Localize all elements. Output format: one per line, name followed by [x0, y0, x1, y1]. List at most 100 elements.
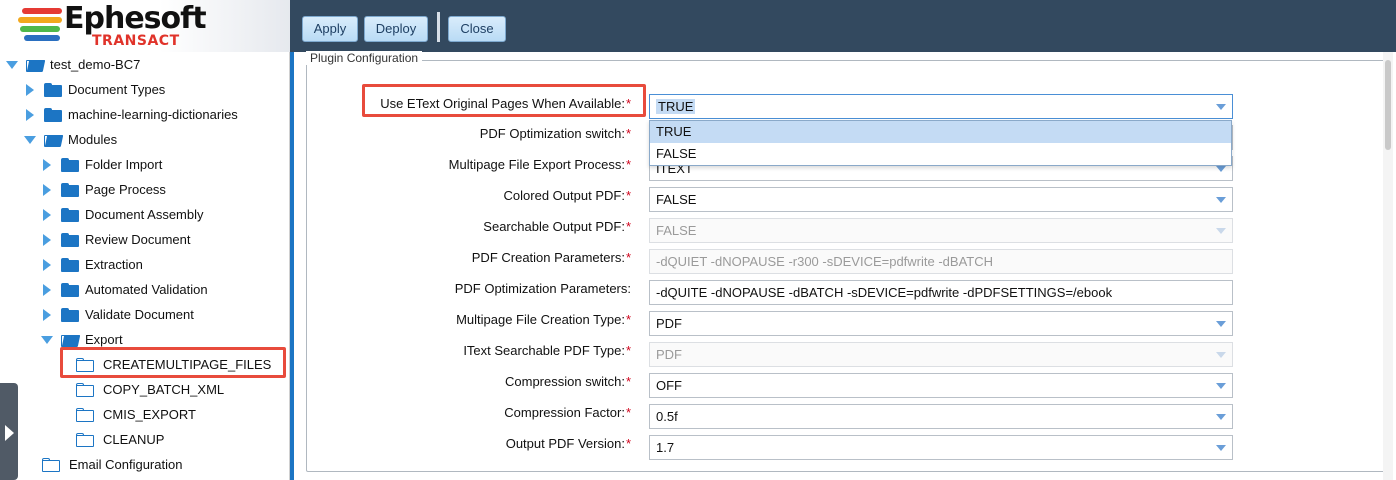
collapsed-arrow-icon[interactable] [41, 179, 53, 201]
expanded-arrow-icon[interactable] [24, 129, 36, 151]
collapsed-arrow-icon[interactable] [41, 279, 53, 301]
tree-item-label: Extraction [85, 257, 143, 272]
select-value: FALSE [656, 223, 697, 238]
tree-item-label: Document Types [68, 82, 166, 97]
chevron-down-icon[interactable] [1216, 383, 1226, 389]
field-value: -dQUITE -dNOPAUSE -dBATCH -sDEVICE=pdfwr… [656, 285, 1113, 300]
select-value: 1.7 [656, 440, 675, 455]
folder-icon [61, 258, 79, 272]
tree-item-label: Email Configuration [69, 457, 183, 472]
searchable-output-pdf-select: FALSE [649, 218, 1233, 243]
chevron-down-icon[interactable] [1216, 166, 1226, 172]
pdf-optimization-parameters-field[interactable]: -dQUITE -dNOPAUSE -dBATCH -sDEVICE=pdfwr… [649, 280, 1233, 305]
tree-item-label: Modules [68, 132, 118, 147]
logo-name: Ephesoft [64, 1, 207, 36]
tree-item-label: CLEANUP [103, 432, 165, 447]
apply-button[interactable]: Apply [302, 16, 358, 42]
chevron-down-icon[interactable] [1216, 414, 1226, 420]
folder-icon [76, 433, 94, 447]
select-value: FALSE [656, 192, 697, 207]
select-value: OFF [656, 378, 682, 393]
open-folder-icon [61, 333, 81, 347]
collapsed-arrow-icon[interactable] [24, 79, 36, 101]
folder-icon [61, 183, 79, 197]
chevron-down-icon[interactable] [1216, 321, 1226, 327]
close-button[interactable]: Close [448, 16, 506, 42]
use-etext-select[interactable]: TRUE [649, 94, 1233, 119]
compression-factor-select[interactable]: 0.5f [649, 404, 1233, 429]
field-label-colored-output-pdf: Colored Output PDF:* [503, 188, 631, 203]
sidebar-collapse-handle[interactable] [0, 383, 18, 480]
chevron-down-icon [1216, 228, 1226, 234]
dropdown-option-false[interactable]: FALSE [650, 143, 1231, 165]
field-label-output-pdf-version: Output PDF Version:* [505, 436, 631, 451]
folder-icon [61, 233, 79, 247]
open-folder-icon [26, 58, 46, 72]
select-value: PDF [656, 316, 682, 331]
collapsed-arrow-icon[interactable] [24, 104, 36, 126]
use-etext-dropdown-list: TRUE FALSE [649, 120, 1232, 166]
folder-icon [42, 458, 60, 472]
field-label-compression-factor: Compression Factor:* [504, 405, 631, 420]
field-label-pdf-creation-parameters: PDF Creation Parameters:* [471, 250, 631, 265]
tree-item-label: Page Process [85, 182, 166, 197]
open-folder-icon [44, 133, 64, 147]
tree-item-label: Document Assembly [85, 207, 204, 222]
annotation-highlight-box [60, 347, 286, 378]
field-label-multipage-export-process: Multipage File Export Process:* [448, 157, 631, 172]
field-label-searchable-output-pdf: Searchable Output PDF:* [483, 219, 631, 234]
chevron-right-icon[interactable] [5, 425, 14, 441]
toolbar: Apply Deploy Close [290, 0, 1396, 52]
batch-class-tree: test_demo-BC7 Document Types machine-lea… [0, 52, 290, 480]
folder-icon [61, 283, 79, 297]
chevron-down-icon[interactable] [1216, 445, 1226, 451]
collapsed-arrow-icon[interactable] [41, 304, 53, 326]
logo-stripes-icon [18, 8, 64, 44]
folder-icon [61, 158, 79, 172]
field-label-pdf-optimization-parameters: PDF Optimization Parameters: [454, 281, 631, 296]
chevron-down-icon [1216, 352, 1226, 358]
chevron-down-icon[interactable] [1216, 197, 1226, 203]
scrollbar-thumb[interactable] [1385, 60, 1391, 150]
output-pdf-version-select[interactable]: 1.7 [649, 435, 1233, 460]
tree-item-label: COPY_BATCH_XML [103, 382, 225, 397]
tree-item-label: machine-learning-dictionaries [68, 107, 238, 122]
field-label-compression-switch: Compression switch:* [505, 374, 631, 389]
toolbar-separator [437, 12, 440, 42]
expanded-arrow-icon[interactable] [6, 54, 18, 76]
multipage-creation-type-select[interactable]: PDF [649, 311, 1233, 336]
itext-searchable-pdf-type-select: PDF [649, 342, 1233, 367]
select-value: TRUE [656, 99, 696, 114]
colored-output-pdf-select[interactable]: FALSE [649, 187, 1233, 212]
dropdown-option-true[interactable]: TRUE [650, 121, 1231, 143]
folder-icon [61, 208, 79, 222]
plugin-configuration-legend: Plugin Configuration [306, 51, 423, 65]
folder-icon [44, 108, 62, 122]
annotation-highlight-box [362, 84, 646, 117]
field-label-pdf-optimization-switch: PDF Optimization switch:* [479, 126, 631, 141]
folder-icon [76, 408, 94, 422]
select-value: 0.5f [656, 409, 678, 424]
field-value: -dQUIET -dNOPAUSE -r300 -sDEVICE=pdfwrit… [656, 254, 994, 269]
collapsed-arrow-icon[interactable] [41, 154, 53, 176]
tree-item-label: test_demo-BC7 [50, 57, 141, 72]
tree-item-label: Automated Validation [85, 282, 208, 297]
logo-subtitle: TRANSACT [92, 33, 180, 49]
tree-item-label: Folder Import [85, 157, 163, 172]
collapsed-arrow-icon[interactable] [41, 254, 53, 276]
field-label-itext-searchable-pdf-type: IText Searchable PDF Type:* [463, 343, 631, 358]
deploy-button[interactable]: Deploy [364, 16, 428, 42]
tree-item-label: Review Document [85, 232, 191, 247]
collapsed-arrow-icon[interactable] [41, 229, 53, 251]
folder-icon [61, 308, 79, 322]
chevron-down-icon[interactable] [1216, 104, 1226, 110]
folder-icon [44, 83, 62, 97]
folder-icon [76, 383, 94, 397]
collapsed-arrow-icon[interactable] [41, 204, 53, 226]
expanded-arrow-icon[interactable] [41, 329, 53, 351]
field-label-multipage-creation-type: Multipage File Creation Type:* [456, 312, 631, 327]
compression-switch-select[interactable]: OFF [649, 373, 1233, 398]
select-value: PDF [656, 347, 682, 362]
app-logo: Ephesoft TRANSACT [0, 0, 290, 52]
tree-item-label: Validate Document [85, 307, 194, 322]
